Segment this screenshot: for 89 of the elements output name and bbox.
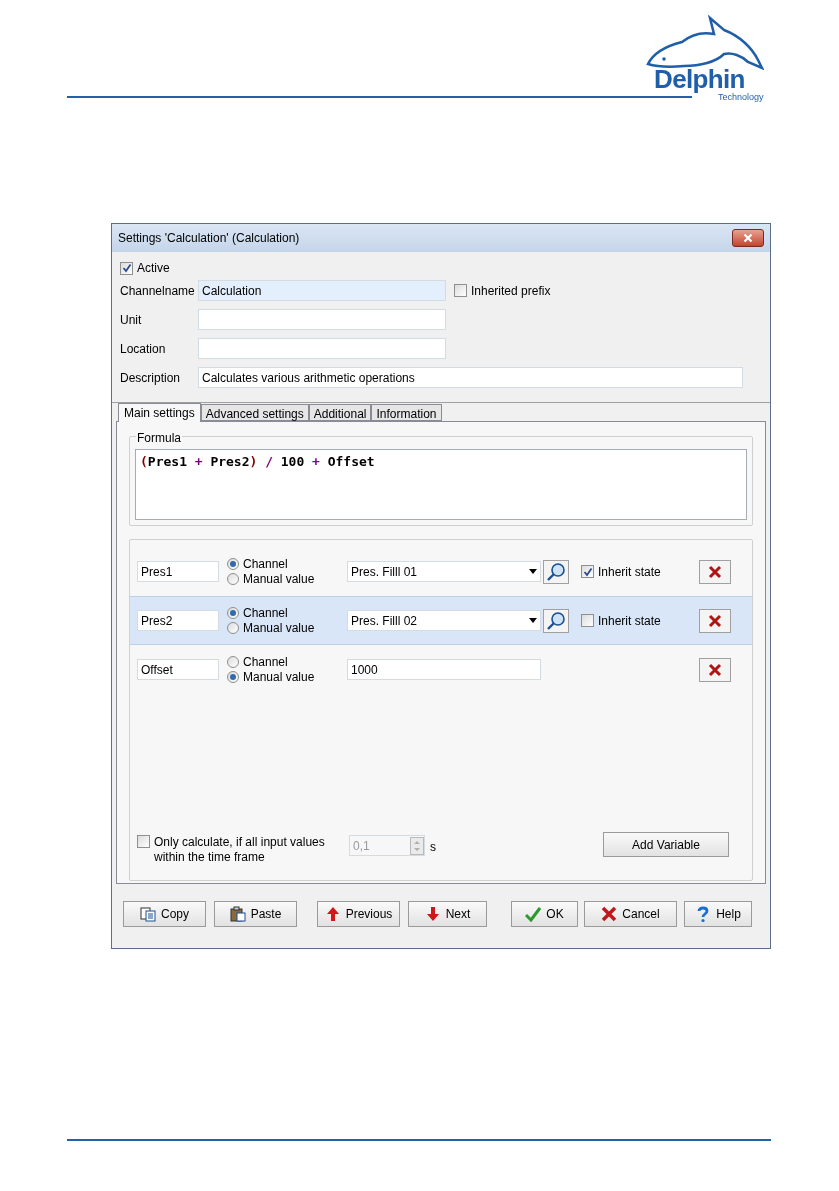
delete-button[interactable] — [699, 559, 731, 584]
copy-icon — [140, 906, 156, 922]
tab[interactable]: Advanced settings — [200, 404, 309, 421]
input-field[interactable]: Pres1 — [137, 561, 219, 582]
input-field[interactable]: Offset — [137, 659, 219, 680]
checkbox[interactable] — [581, 565, 594, 578]
checkbox-label: Inherit state — [598, 563, 661, 581]
checkbox-label: Inherit state — [598, 612, 661, 630]
input-field[interactable]: Pres2 — [137, 610, 219, 631]
radio-button[interactable] — [227, 573, 239, 585]
radio-label: Manual value — [243, 571, 315, 588]
dolphin-icon — [644, 12, 764, 70]
down-arrow-icon — [424, 906, 441, 922]
delete-button[interactable] — [699, 657, 731, 682]
formula-token: / — [265, 453, 273, 471]
field-label: Location — [120, 340, 167, 358]
close-icon — [743, 233, 753, 243]
window-title: Settings 'Calculation' (Calculation) — [118, 230, 300, 247]
tab[interactable]: Additional — [308, 404, 372, 421]
check-icon — [121, 263, 132, 273]
formula-token: 100 — [280, 453, 305, 471]
radio-label: Channel — [243, 605, 288, 622]
checkbox-label: Active — [137, 260, 170, 277]
radio-button[interactable] — [227, 607, 239, 619]
formula-token: Offset — [327, 453, 375, 471]
ok-button[interactable]: OK — [511, 901, 578, 927]
caret-icon — [529, 569, 537, 574]
radio-label: Channel — [243, 556, 288, 573]
input-field[interactable]: Calculates various arithmetic operations — [198, 367, 743, 388]
dropdown-value: Pres. Filll 01 — [351, 563, 418, 581]
checkbox[interactable] — [454, 284, 467, 297]
checkbox[interactable] — [120, 261, 133, 275]
formula-token: + — [194, 453, 203, 471]
close-button[interactable] — [732, 229, 764, 247]
checkbox[interactable] — [137, 835, 150, 848]
unit-label: s — [430, 839, 436, 856]
paste-icon — [229, 906, 246, 922]
radio-button[interactable] — [227, 622, 239, 634]
formula-token: ) — [249, 453, 258, 471]
formula-token: + — [312, 453, 320, 471]
field-label: Unit — [120, 311, 143, 329]
search-icon — [546, 561, 566, 582]
delete-icon — [708, 564, 722, 579]
checkbox[interactable] — [581, 614, 594, 627]
formula-token: Pres2 — [210, 453, 250, 471]
radio-button[interactable] — [227, 656, 239, 668]
radio-label: Channel — [243, 654, 288, 671]
radio-label: Manual value — [243, 620, 315, 637]
copy-button[interactable]: Copy — [123, 901, 206, 927]
tab[interactable]: Main settings — [118, 403, 201, 422]
help-button[interactable]: Help — [684, 901, 752, 927]
input-field[interactable] — [198, 338, 446, 359]
delete-icon — [708, 613, 722, 628]
field-label: Channelname — [120, 282, 196, 300]
cross-icon — [601, 906, 618, 922]
formula-token: ( — [140, 453, 148, 471]
spinner-icon — [410, 836, 424, 855]
check-icon — [525, 906, 542, 922]
search-button[interactable] — [543, 559, 569, 584]
caret-icon — [529, 618, 537, 623]
paste-button[interactable]: Paste — [214, 901, 297, 927]
logo-subtext: Technology — [718, 93, 764, 102]
radio-label: Manual value — [243, 669, 315, 686]
search-icon — [546, 610, 566, 631]
radio-button[interactable] — [227, 671, 239, 683]
input-field[interactable] — [198, 309, 446, 330]
spin-value: 0,1 — [353, 837, 370, 855]
tab[interactable]: Information — [371, 404, 442, 421]
input-field[interactable]: Calculation — [198, 280, 446, 301]
checkbox-label: Inherited prefix — [471, 282, 551, 300]
channel-dropdown[interactable]: Pres. Filll 01 — [347, 561, 541, 582]
check-icon — [582, 566, 593, 577]
previous-button[interactable]: Previous — [317, 901, 400, 927]
channel-dropdown[interactable]: Pres. Filll 02 — [347, 610, 541, 631]
formula-field[interactable]: (Pres1 + Pres2) / 100 + Offset — [135, 449, 747, 520]
dropdown-value: Pres. Filll 02 — [351, 612, 418, 630]
delete-icon — [708, 662, 722, 677]
search-button[interactable] — [543, 608, 569, 633]
next-button[interactable]: Next — [408, 901, 487, 927]
delete-button[interactable] — [699, 608, 731, 633]
formula-token: Pres1 — [147, 453, 187, 471]
checkbox-label: Only calculate, if all input values within the time frame — [154, 835, 326, 865]
field-label: Description — [120, 369, 182, 387]
add-variable-button[interactable]: Add Variable — [603, 832, 729, 857]
input-field[interactable]: 1000 — [347, 659, 541, 680]
cancel-button[interactable]: Cancel — [584, 901, 677, 927]
logo-text: Delphin — [654, 66, 745, 92]
radio-button[interactable] — [227, 558, 239, 570]
up-arrow-icon — [324, 906, 341, 922]
